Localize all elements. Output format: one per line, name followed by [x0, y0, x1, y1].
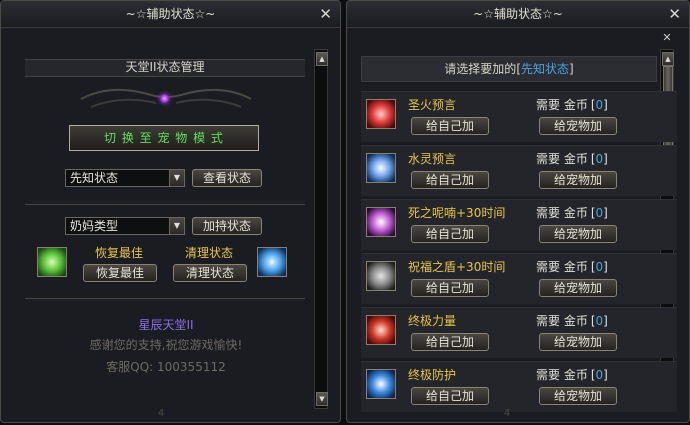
buff-selection-window: ~☆辅助状态☆~ ✕ ✕ ▲ ▼ 请选择要加的[先知状态] 圣火预言需要 金币[… [346, 0, 690, 423]
apply-self-button[interactable]: 给自己加 [411, 387, 489, 405]
apply-self-button[interactable]: 给自己加 [411, 171, 489, 189]
footer-contact: 客服QQ: 100355112 [106, 360, 226, 374]
flame-red-icon [366, 99, 396, 129]
add-status-button[interactable]: 加持状态 [192, 217, 262, 235]
apply-pet-button[interactable]: 给宠物加 [539, 117, 617, 135]
footer-title: 星辰天堂II [138, 318, 194, 332]
clear-label: 清理状态 [185, 246, 234, 260]
status-type-value: 先知状态 [70, 171, 119, 185]
switch-pet-mode-label: 切 换 至 宠 物 模 式 [104, 131, 224, 145]
price-value: 0 [595, 368, 604, 382]
apply-self-button[interactable]: 给自己加 [411, 117, 489, 135]
buff-row: 祝福之盾+30时间 需要 金币 [0] 给自己加 给宠物加 [361, 253, 677, 304]
restore-icon [37, 247, 67, 277]
buff-name: 祝福之盾+30时间 [408, 260, 506, 274]
close-icon[interactable]: ✕ [319, 1, 332, 27]
scrollbar[interactable]: ▲ ▼ [314, 49, 328, 409]
buff-name: 圣火预言 [408, 98, 457, 112]
apply-pet-button[interactable]: 给宠物加 [539, 279, 617, 297]
section-title: 天堂II状态管理 [125, 60, 205, 74]
blessed-shield-icon [366, 261, 396, 291]
apply-pet-button[interactable]: 给宠物加 [539, 333, 617, 351]
apply-pet-button[interactable]: 给宠物加 [539, 387, 617, 405]
chevron-down-icon[interactable]: ▼ [169, 170, 184, 186]
view-status-button[interactable]: 查看状态 [192, 169, 262, 187]
price-bracket-right: ] [603, 206, 608, 220]
healer-type-select[interactable]: 奶妈类型 ▼ [65, 217, 185, 235]
buff-name: 水灵预言 [408, 152, 457, 166]
status-manager-window: ~☆辅助状态☆~ ✕ ▲ ▼ 天堂II状态管理 切 换 至 宠 物 模 式 先知… [0, 0, 341, 423]
window-title: ~☆辅助状态☆~ [125, 7, 216, 21]
footer-thanks: 感谢您的支持,祝您游戏愉快! [89, 338, 243, 352]
buff-row: 终极力量 需要 金币 [0] 给自己加 给宠物加 [361, 307, 677, 358]
scroll-up-icon[interactable]: ▲ [662, 52, 674, 66]
window-corner-close-icon[interactable]: ✕ [660, 31, 674, 45]
page-mark: 4 [157, 408, 165, 419]
chevron-down-icon[interactable]: ▼ [169, 218, 184, 234]
list-header-highlight: 先知状态 [521, 62, 570, 76]
buff-row: 死之呢喃+30时间 需要 金币 [0] 给自己加 给宠物加 [361, 199, 677, 250]
price-value: 0 [595, 206, 604, 220]
price-value: 0 [595, 314, 604, 328]
window-titlebar[interactable]: ~☆辅助状态☆~ ✕ [1, 1, 340, 28]
buff-name: 死之呢喃+30时间 [408, 206, 506, 220]
list-header-bracket-right: ] [569, 62, 574, 76]
clear-status-button[interactable]: 清理状态 [173, 264, 247, 282]
death-skull-icon [366, 207, 396, 237]
price-bracket-right: ] [603, 260, 608, 274]
window-title: ~☆辅助状态☆~ [473, 7, 563, 21]
status-type-select[interactable]: 先知状态 ▼ [65, 169, 185, 187]
price-label: 需要 金币 [536, 206, 588, 220]
buff-row: 水灵预言 需要 金币 [0] 给自己加 给宠物加 [361, 145, 677, 196]
switch-pet-mode-button[interactable]: 切 换 至 宠 物 模 式 [69, 125, 259, 151]
price-label: 需要 金币 [536, 368, 588, 382]
restore-best-button[interactable]: 恢复最佳 [83, 264, 157, 282]
buff-price: 需要 金币 [0] [536, 312, 608, 329]
price-label: 需要 金币 [536, 98, 588, 112]
price-label: 需要 金币 [536, 314, 588, 328]
divider [25, 298, 305, 299]
gem-icon [160, 94, 169, 103]
buff-price: 需要 金币 [0] [536, 150, 608, 167]
close-icon[interactable]: ✕ [668, 1, 681, 27]
list-header-prefix: 请选择要加的 [444, 62, 517, 76]
water-spirit-icon [366, 153, 396, 183]
apply-self-button[interactable]: 给自己加 [411, 225, 489, 243]
apply-self-button[interactable]: 给自己加 [411, 279, 489, 297]
ultimate-defense-icon [366, 369, 396, 399]
price-value: 0 [595, 260, 604, 274]
price-bracket-right: ] [603, 152, 608, 166]
scroll-down-icon[interactable]: ▼ [316, 392, 328, 406]
price-bracket-right: ] [603, 368, 608, 382]
list-header: 请选择要加的[先知状态] [361, 56, 657, 82]
apply-pet-button[interactable]: 给宠物加 [539, 171, 617, 189]
window-titlebar[interactable]: ~☆辅助状态☆~ ✕ [347, 1, 689, 28]
price-bracket-right: ] [603, 98, 608, 112]
price-label: 需要 金币 [536, 260, 588, 274]
buff-price: 需要 金币 [0] [536, 258, 608, 275]
section-header: 天堂II状态管理 [25, 59, 305, 77]
apply-self-button[interactable]: 给自己加 [411, 333, 489, 351]
buff-price: 需要 金币 [0] [536, 204, 608, 221]
buff-name: 终极力量 [408, 314, 457, 328]
price-value: 0 [595, 152, 604, 166]
healer-type-value: 奶妈类型 [70, 219, 119, 233]
price-value: 0 [595, 98, 604, 112]
price-label: 需要 金币 [536, 152, 588, 166]
divider [25, 204, 305, 205]
ultimate-power-icon [366, 315, 396, 345]
price-bracket-right: ] [603, 314, 608, 328]
buff-row: 圣火预言 需要 金币 [0] 给自己加 给宠物加 [361, 91, 677, 142]
buff-price: 需要 金币 [0] [536, 96, 608, 113]
apply-pet-button[interactable]: 给宠物加 [539, 225, 617, 243]
restore-label: 恢复最佳 [95, 246, 144, 260]
scroll-up-icon[interactable]: ▲ [316, 52, 328, 66]
buff-price: 需要 金币 [0] [536, 366, 608, 383]
buff-name: 终极防护 [408, 368, 457, 382]
page-mark: 4 [503, 408, 511, 419]
cleanse-icon [257, 247, 287, 277]
buff-row: 终极防护 需要 金币 [0] 给自己加 给宠物加 [361, 361, 677, 412]
